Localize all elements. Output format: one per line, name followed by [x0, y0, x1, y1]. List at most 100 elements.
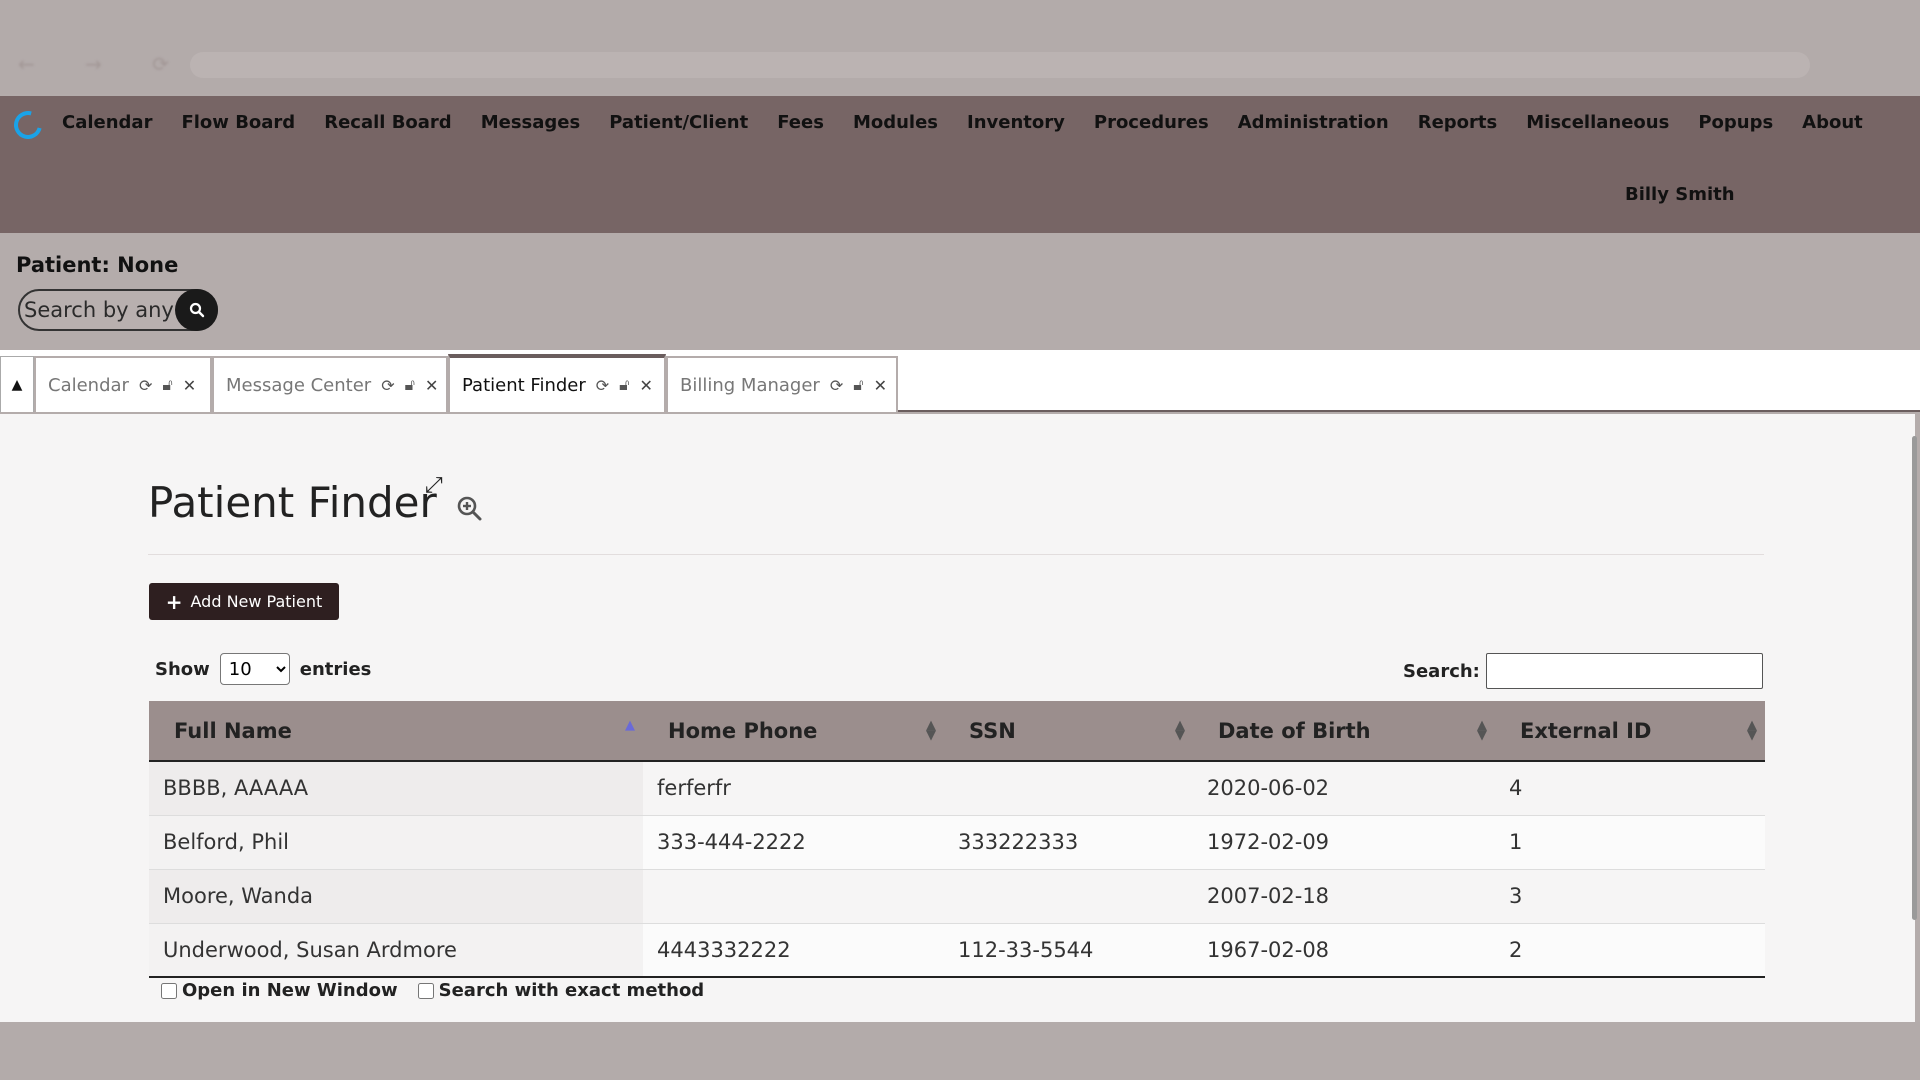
patient-table: Full Name ▲ Home Phone ▲ ▼ SSN ▲ ▼ Date of Bi…	[149, 701, 1765, 978]
unlock-icon[interactable]: 🔓︎	[162, 375, 172, 395]
menu-calendar[interactable]: Calendar	[62, 112, 152, 133]
page-title: Patient Finder	[148, 478, 437, 527]
tab-patient-finder[interactable]: Patient Finder ⟳ 🔓︎ ✕	[448, 354, 666, 412]
zoom-in-icon[interactable]	[456, 495, 484, 523]
cell-dob: 2020-06-02	[1193, 761, 1495, 816]
menu-recall-board[interactable]: Recall Board	[324, 112, 452, 133]
expand-icon[interactable]: ⤢	[425, 473, 443, 498]
menu-procedures[interactable]: Procedures	[1094, 112, 1209, 133]
unlock-icon[interactable]: 🔓︎	[619, 375, 629, 395]
search-options: Open in New Window Search with exact met…	[161, 980, 724, 1001]
menu-miscellaneous[interactable]: Miscellaneous	[1526, 112, 1669, 133]
column-header-dob[interactable]: Date of Birth ▲ ▼	[1193, 701, 1495, 762]
menu-modules[interactable]: Modules	[853, 112, 938, 133]
column-header-home-phone[interactable]: Home Phone ▲ ▼	[643, 701, 944, 762]
column-label: Date of Birth	[1218, 718, 1371, 743]
open-new-window-checkbox[interactable]	[161, 982, 177, 999]
table-row[interactable]: Underwood, Susan Ardmore 4443332222 112-…	[149, 923, 1765, 978]
close-icon[interactable]: ✕	[183, 376, 196, 395]
tab-label: Patient Finder	[462, 374, 586, 396]
unlock-icon[interactable]: 🔓︎	[853, 375, 863, 395]
table-row[interactable]: Belford, Phil 333-444-2222 333222333 197…	[149, 815, 1765, 870]
menu-flow-board[interactable]: Flow Board	[181, 112, 295, 133]
search-icon	[189, 302, 204, 318]
column-header-ssn[interactable]: SSN ▲ ▼	[944, 701, 1193, 762]
cell-home-phone: ferferfr	[643, 761, 944, 816]
browser-url-bar[interactable]	[190, 52, 1810, 78]
menu-reports[interactable]: Reports	[1418, 112, 1498, 133]
menu-about[interactable]: About	[1802, 112, 1863, 133]
tab-label: Message Center	[226, 374, 372, 396]
cell-dob: 1972-02-09	[1193, 815, 1495, 870]
menu-patient-client[interactable]: Patient/Client	[609, 112, 748, 133]
patient-search-input[interactable]	[24, 296, 174, 324]
sort-icon: ▲ ▼	[1477, 718, 1487, 743]
tab-label: Billing Manager	[680, 374, 820, 396]
entries-label: entries	[299, 658, 372, 680]
column-header-external-id[interactable]: External ID ▲ ▼	[1495, 701, 1765, 762]
cell-external-id: 4	[1495, 761, 1765, 816]
sort-icon: ▲ ▼	[1175, 718, 1185, 743]
cell-dob: 1967-02-08	[1193, 923, 1495, 978]
page-length-control: Show 10 entries	[155, 653, 371, 685]
open-new-window-option[interactable]: Open in New Window	[161, 980, 398, 1001]
cell-ssn	[944, 761, 1193, 816]
current-patient-label: Patient: None	[16, 253, 179, 277]
unlock-icon[interactable]: 🔓︎	[405, 375, 415, 395]
close-icon[interactable]: ✕	[640, 376, 653, 395]
cell-ssn: 333222333	[944, 815, 1193, 870]
column-header-full-name[interactable]: Full Name ▲	[149, 701, 643, 762]
caret-up-icon: ▲	[11, 376, 23, 393]
patient-bar	[0, 233, 1920, 350]
cell-external-id: 1	[1495, 815, 1765, 870]
open-new-window-label: Open in New Window	[182, 980, 398, 1001]
patient-search-button[interactable]	[175, 289, 218, 331]
add-new-patient-button[interactable]: + Add New Patient	[149, 583, 339, 620]
table-row[interactable]: BBBB, AAAAA ferferfr 2020-06-02 4	[149, 761, 1765, 816]
refresh-icon[interactable]: ⟳	[830, 376, 843, 395]
column-label: SSN	[969, 718, 1016, 743]
taskbar	[0, 1022, 1920, 1080]
show-label: Show	[155, 658, 210, 680]
menu-administration[interactable]: Administration	[1238, 112, 1389, 133]
refresh-icon[interactable]: ⟳	[139, 376, 152, 395]
table-row[interactable]: Moore, Wanda 2007-02-18 3	[149, 869, 1765, 924]
refresh-icon[interactable]: ⟳	[596, 376, 609, 395]
cell-home-phone	[643, 869, 944, 924]
table-search-control: Search:	[1403, 653, 1763, 689]
cell-home-phone: 333-444-2222	[643, 815, 944, 870]
cell-external-id: 2	[1495, 923, 1765, 978]
table-search-label: Search:	[1403, 660, 1480, 682]
menu-popups[interactable]: Popups	[1698, 112, 1773, 133]
collapse-tabs-button[interactable]: ▲	[0, 356, 34, 412]
menu-fees[interactable]: Fees	[777, 112, 824, 133]
user-menu[interactable]: Billy Smith	[1625, 184, 1735, 205]
tab-message-center[interactable]: Message Center ⟳ 🔓︎ ✕	[212, 356, 448, 412]
cell-ssn: 112-33-5544	[944, 923, 1193, 978]
cell-full-name: Belford, Phil	[149, 815, 643, 870]
refresh-icon[interactable]: ⟳	[381, 376, 394, 395]
exact-method-checkbox[interactable]	[417, 982, 434, 999]
sort-icon: ▲ ▼	[926, 718, 936, 743]
title-divider	[148, 554, 1764, 555]
table-search-input[interactable]	[1485, 653, 1763, 689]
main-menu: Calendar Flow Board Recall Board Message…	[62, 112, 1892, 133]
cell-external-id: 3	[1495, 869, 1765, 924]
table-header-row: Full Name ▲ Home Phone ▲ ▼ SSN ▲ ▼ Date of Bi…	[149, 701, 1765, 762]
cell-full-name: Moore, Wanda	[149, 869, 643, 924]
close-icon[interactable]: ✕	[425, 376, 438, 395]
menu-messages[interactable]: Messages	[481, 112, 581, 133]
close-icon[interactable]: ✕	[874, 376, 887, 395]
add-new-patient-label: Add New Patient	[190, 592, 323, 611]
tab-billing-manager[interactable]: Billing Manager ⟳ 🔓︎ ✕	[666, 356, 898, 412]
sort-icon: ▲ ▼	[1747, 718, 1757, 743]
exact-method-option[interactable]: Search with exact method	[417, 980, 705, 1001]
exact-method-label: Search with exact method	[438, 980, 705, 1001]
page-length-select[interactable]: 10	[219, 653, 290, 685]
sort-asc-icon: ▲	[625, 718, 635, 733]
cell-dob: 2007-02-18	[1193, 869, 1495, 924]
tab-calendar[interactable]: Calendar ⟳ 🔓︎ ✕	[34, 356, 212, 412]
menu-inventory[interactable]: Inventory	[967, 112, 1065, 133]
content-scrollbar[interactable]	[1912, 436, 1917, 920]
cell-full-name: Underwood, Susan Ardmore	[149, 923, 643, 978]
